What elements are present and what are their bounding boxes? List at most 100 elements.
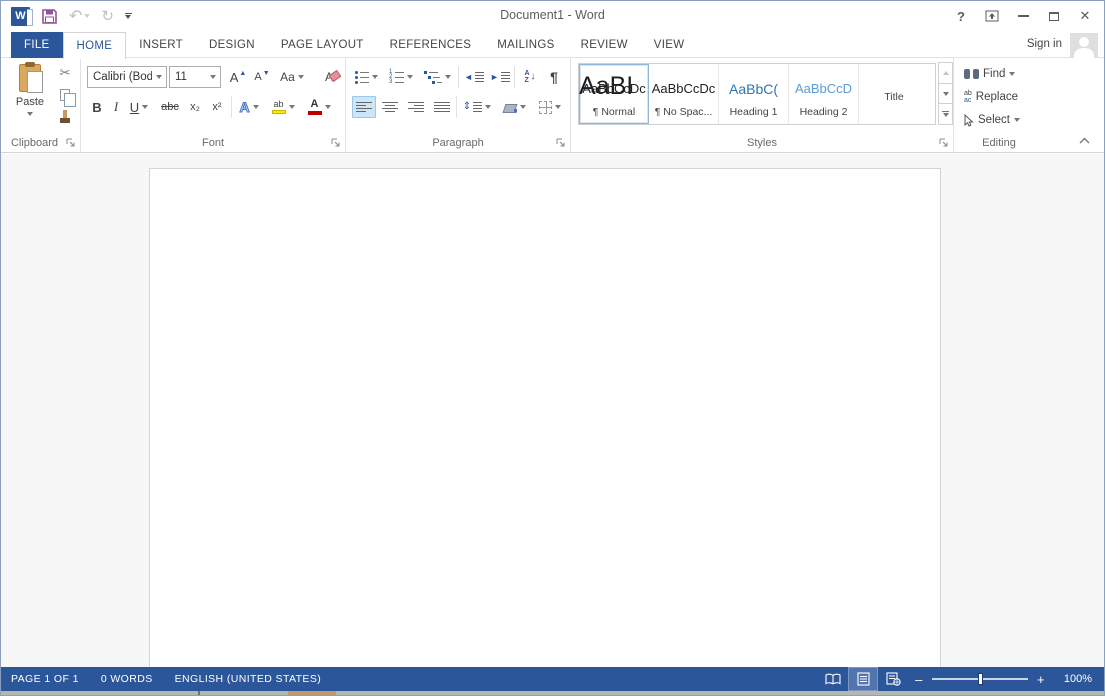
- tab-view[interactable]: VIEW: [641, 32, 698, 58]
- shrink-font-button[interactable]: A▼: [251, 66, 273, 88]
- underline-button[interactable]: U: [125, 96, 153, 118]
- tab-references[interactable]: REFERENCES: [377, 32, 485, 58]
- bold-button[interactable]: B: [89, 96, 105, 118]
- replace-icon: ab ac: [964, 90, 972, 104]
- read-mode-button[interactable]: [818, 667, 848, 691]
- maximize-button[interactable]: [1043, 6, 1065, 26]
- borders-icon: [539, 101, 552, 114]
- tab-page-layout[interactable]: PAGE LAYOUT: [268, 32, 377, 58]
- select-button[interactable]: Select: [964, 111, 1020, 129]
- style-no-spacing[interactable]: AaBbCcDc ¶ No Spac...: [649, 64, 719, 124]
- clipboard-dialog-launcher[interactable]: [66, 138, 76, 148]
- highlight-color-button[interactable]: ab: [267, 96, 299, 118]
- language-indicator[interactable]: ENGLISH (UNITED STATES): [175, 673, 322, 685]
- tab-home[interactable]: HOME: [63, 32, 127, 59]
- align-left-button[interactable]: [352, 96, 376, 118]
- show-hide-marks-button[interactable]: ¶: [544, 66, 564, 88]
- borders-button[interactable]: [534, 96, 566, 118]
- tab-insert[interactable]: INSERT: [126, 32, 196, 58]
- cut-button[interactable]: ✂: [55, 64, 75, 81]
- zoom-out-button[interactable]: –: [908, 672, 930, 687]
- ribbon-tabs: FILE HOME INSERT DESIGN PAGE LAYOUT REFE…: [11, 32, 697, 58]
- superscript-button[interactable]: x²: [207, 96, 227, 118]
- web-layout-button[interactable]: [878, 667, 908, 691]
- zoom-slider-thumb[interactable]: [978, 673, 983, 685]
- zoom-slider[interactable]: [932, 678, 1028, 680]
- multilevel-list-icon: [424, 71, 442, 84]
- user-avatar[interactable]: [1070, 33, 1098, 59]
- close-button[interactable]: ✕: [1074, 6, 1096, 26]
- word-count[interactable]: 0 WORDS: [101, 673, 153, 685]
- italic-button[interactable]: I: [109, 96, 123, 118]
- change-case-button[interactable]: Aa: [277, 66, 307, 88]
- help-button[interactable]: ?: [950, 6, 972, 26]
- styles-more-icon: [943, 113, 949, 117]
- collapse-ribbon-icon: [1079, 137, 1090, 144]
- group-font: Calibri (Body 11 A▲ A▼ Aa A B I U: [81, 58, 346, 152]
- replace-button[interactable]: ab ac Replace: [964, 88, 1018, 106]
- line-spacing-button[interactable]: ⇕: [460, 96, 494, 118]
- font-dialog-launcher[interactable]: [331, 138, 341, 148]
- ribbon-tab-row: FILE HOME INSERT DESIGN PAGE LAYOUT REFE…: [1, 32, 1104, 58]
- increase-indent-button[interactable]: ►: [488, 66, 512, 88]
- tab-review[interactable]: REVIEW: [568, 32, 641, 58]
- document-page[interactable]: [149, 168, 941, 669]
- zoom-level[interactable]: 100%: [1052, 673, 1092, 685]
- highlight-dropdown-icon: [289, 105, 295, 109]
- editing-group-label: Editing: [954, 137, 1044, 149]
- shading-button[interactable]: [498, 96, 530, 118]
- grow-font-button[interactable]: A▲: [227, 66, 249, 88]
- tab-mailings[interactable]: MAILINGS: [484, 32, 567, 58]
- numbering-button[interactable]: 1 2 3: [386, 66, 416, 88]
- sign-in-link[interactable]: Sign in: [1027, 38, 1062, 50]
- document-area[interactable]: [1, 154, 1104, 667]
- strikethrough-button[interactable]: abc: [157, 96, 183, 118]
- change-case-dropdown-icon: [298, 75, 304, 79]
- style-heading-2[interactable]: AaBbCcD Heading 2: [789, 64, 859, 124]
- font-color-button[interactable]: A: [303, 96, 335, 118]
- ribbon-display-options-button[interactable]: [981, 6, 1003, 26]
- style-title[interactable]: AaBI Title: [859, 64, 929, 124]
- copy-icon: [60, 89, 70, 101]
- text-effects-button[interactable]: A: [235, 96, 263, 118]
- align-left-icon: [356, 102, 372, 112]
- bullets-button[interactable]: [352, 66, 380, 88]
- styles-group-label: Styles: [571, 137, 953, 149]
- tab-design[interactable]: DESIGN: [196, 32, 268, 58]
- styles-scroll-up-button[interactable]: [938, 62, 953, 84]
- font-name-combobox[interactable]: Calibri (Body: [87, 66, 167, 88]
- multilevel-list-button[interactable]: [422, 66, 452, 88]
- format-painter-button[interactable]: [55, 108, 75, 125]
- clear-formatting-button[interactable]: A: [317, 66, 341, 88]
- collapse-ribbon-button[interactable]: [1076, 134, 1092, 146]
- paste-button[interactable]: Paste: [7, 62, 53, 148]
- group-paragraph: 1 2 3 ◄ ►: [346, 58, 571, 152]
- underline-dropdown-icon: [142, 105, 148, 109]
- font-name-dropdown-icon: [152, 67, 166, 87]
- subscript-button[interactable]: x₂: [185, 96, 205, 118]
- styles-more-button[interactable]: [938, 103, 953, 125]
- align-right-button[interactable]: [404, 96, 428, 118]
- window-title: Document1 - Word: [1, 8, 1104, 22]
- page-indicator[interactable]: PAGE 1 OF 1: [11, 673, 79, 685]
- scroll-down-icon: [943, 92, 949, 96]
- numbering-dropdown-icon: [407, 75, 413, 79]
- decrease-indent-button[interactable]: ◄: [462, 66, 486, 88]
- copy-button[interactable]: [55, 86, 75, 103]
- style-heading-1[interactable]: AaBbC( Heading 1: [719, 64, 789, 124]
- paragraph-dialog-launcher[interactable]: [556, 138, 566, 148]
- find-button[interactable]: Find: [964, 65, 1015, 83]
- tab-file[interactable]: FILE: [11, 32, 63, 58]
- print-layout-button[interactable]: [848, 667, 878, 691]
- styles-scroll-down-button[interactable]: [938, 83, 953, 105]
- font-size-value: 11: [170, 71, 206, 83]
- justify-button[interactable]: [430, 96, 454, 118]
- font-size-combobox[interactable]: 11: [169, 66, 221, 88]
- minimize-button[interactable]: [1012, 6, 1034, 26]
- sort-button[interactable]: AZ ↓: [518, 66, 542, 88]
- paste-dropdown-icon: [27, 112, 33, 116]
- zoom-in-button[interactable]: +: [1030, 672, 1052, 687]
- align-center-button[interactable]: [378, 96, 402, 118]
- justify-icon: [434, 102, 450, 112]
- styles-dialog-launcher[interactable]: [939, 138, 949, 148]
